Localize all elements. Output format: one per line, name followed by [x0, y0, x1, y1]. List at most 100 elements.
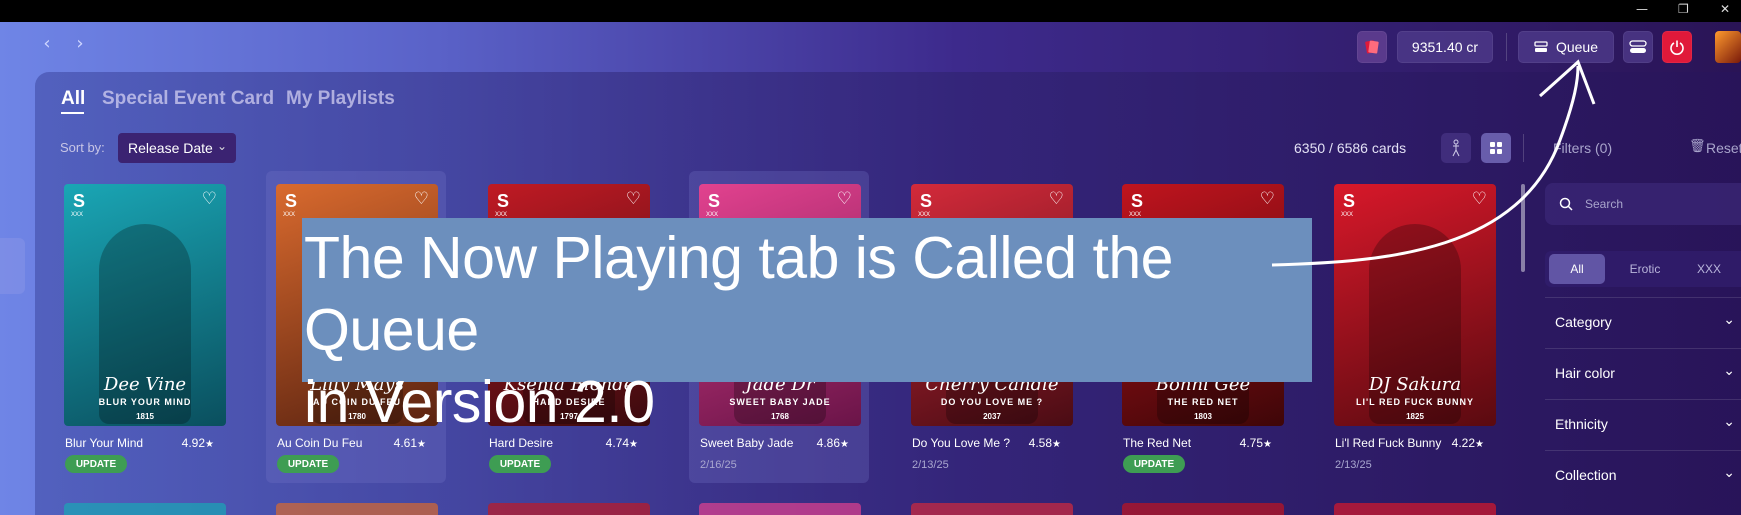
heart-icon[interactable]: ♡ [1049, 189, 1064, 209]
toggle-settings-button[interactable] [1623, 31, 1653, 63]
filter-label: Hair color [1555, 365, 1615, 381]
update-badge[interactable]: UPDATE [65, 455, 127, 473]
figure-view-button[interactable] [1441, 133, 1471, 163]
heart-icon[interactable]: ♡ [414, 189, 429, 209]
active-tab-underline [61, 112, 84, 114]
filter-label: Category [1555, 314, 1612, 330]
card-rating: 4.86★ [805, 436, 849, 450]
s-logo-icon: S [919, 191, 932, 211]
star-icon: ★ [1475, 439, 1484, 450]
heart-icon[interactable]: ♡ [1260, 189, 1275, 209]
grid-view-button[interactable] [1481, 133, 1511, 163]
avatar[interactable] [1715, 31, 1741, 63]
filter-category[interactable]: Category ⌄ [1545, 297, 1741, 347]
update-badge[interactable]: UPDATE [1123, 455, 1185, 473]
heart-icon[interactable]: ♡ [626, 189, 641, 209]
card-pack-button[interactable] [1357, 31, 1387, 63]
rating-value: 4.22 [1451, 436, 1476, 450]
close-button[interactable]: ✕ [1720, 2, 1730, 16]
card-name[interactable]: Blur Your Mind [65, 436, 143, 450]
card-rating: 4.74★ [594, 436, 638, 450]
update-badge[interactable]: UPDATE [489, 455, 551, 473]
restore-button[interactable]: ❐ [1678, 2, 1689, 16]
card-name[interactable]: Do You Love Me ? [912, 436, 1010, 450]
chevron-down-icon: ⌄ [1723, 312, 1735, 328]
scrollbar[interactable] [1521, 184, 1525, 272]
next-row-card[interactable] [488, 503, 650, 515]
update-badge[interactable]: UPDATE [277, 455, 339, 473]
card-art-title: BLUR YOUR MIND [98, 397, 192, 407]
queue-label: Queue [1555, 39, 1599, 55]
chevron-down-icon: ⌄ [1723, 363, 1735, 379]
card-rating: 4.61★ [382, 436, 426, 450]
tab-my-playlists[interactable]: My Playlists [286, 88, 395, 110]
annotation-line-2: in Version 2.0 [304, 369, 655, 435]
queue-icon [1534, 41, 1548, 52]
xxx-label: XXX [1341, 212, 1354, 218]
card-performer: Dee Vine [103, 374, 187, 395]
card-number: 1825 [1406, 412, 1424, 421]
forward-arrow-icon[interactable]: › [70, 34, 90, 54]
card-name[interactable]: Li'l Red Fuck Bunny [1335, 436, 1441, 450]
star-icon: ★ [840, 439, 849, 450]
chevron-down-icon: ⌄ [1723, 414, 1735, 430]
card-date: 2/13/25 [912, 459, 949, 471]
next-row-card[interactable] [699, 503, 861, 515]
figure-icon [1452, 139, 1460, 157]
heart-icon[interactable]: ♡ [202, 189, 217, 209]
card-number: 1815 [136, 412, 154, 421]
star-icon: ★ [417, 439, 426, 450]
grid-icon [1490, 142, 1502, 154]
s-logo-icon: S [707, 191, 720, 211]
annotation-line-1: The Now Playing tab is Called the Queue [304, 225, 1173, 363]
card-art-title: LI'L RED FUCK BUNNY [1356, 397, 1474, 407]
chevron-down-icon: ⌄ [1723, 465, 1735, 481]
next-row-card[interactable] [276, 503, 438, 515]
credits-display[interactable]: 9351.40 cr [1397, 31, 1493, 63]
search-placeholder: Search [1585, 197, 1624, 211]
segment-xxx[interactable]: XXX [1681, 251, 1737, 287]
s-logo-icon: S [1342, 191, 1355, 211]
tab-all[interactable]: All [61, 88, 85, 110]
credits-value: 9351.40 cr [1411, 39, 1479, 55]
next-row-card[interactable] [1122, 503, 1284, 515]
card-artwork[interactable]: S XXX ♡ DJ Sakura LI'L RED FUCK BUNNY 1825 [1334, 184, 1496, 426]
reset-button[interactable]: Reset [1706, 140, 1741, 156]
star-icon: ★ [1052, 439, 1061, 450]
card-name[interactable]: The Red Net [1123, 436, 1191, 450]
trash-icon: 🗑 [1689, 139, 1706, 154]
filter-hair-color[interactable]: Hair color ⌄ [1545, 348, 1741, 398]
next-row-card[interactable] [64, 503, 226, 515]
filter-ethnicity[interactable]: Ethnicity ⌄ [1545, 399, 1741, 449]
sort-select[interactable]: Release Date ⌄ [118, 133, 236, 163]
filter-collection[interactable]: Collection ⌄ [1545, 450, 1741, 500]
queue-button[interactable]: Queue [1518, 31, 1614, 63]
segment-erotic[interactable]: Erotic [1617, 251, 1673, 287]
card-date: 2/13/25 [1335, 459, 1372, 471]
card-rating: 4.22★ [1440, 436, 1484, 450]
filters-button[interactable]: Filters (0) [1553, 140, 1612, 156]
card-name[interactable]: Sweet Baby Jade [700, 436, 793, 450]
rating-value: 4.92 [181, 436, 206, 450]
divider [1523, 134, 1524, 162]
minimize-button[interactable]: — [1636, 2, 1648, 16]
side-handle[interactable] [0, 238, 25, 294]
heart-icon[interactable]: ♡ [837, 189, 852, 209]
annotation-text: The Now Playing tab is Called the Queue … [304, 222, 1304, 438]
filter-label: Collection [1555, 467, 1617, 483]
card-artwork[interactable]: S XXX ♡ Dee Vine BLUR YOUR MIND 1815 [64, 184, 226, 426]
card-name[interactable]: Hard Desire [489, 436, 553, 450]
power-button[interactable] [1662, 31, 1692, 63]
card-name[interactable]: Au Coin Du Feu [277, 436, 362, 450]
tab-special-event-card[interactable]: Special Event Card [102, 88, 274, 110]
back-arrow-icon[interactable]: ‹ [37, 34, 57, 54]
divider [1506, 33, 1507, 61]
s-logo-icon: S [1130, 191, 1143, 211]
s-logo-icon: S [284, 191, 297, 211]
next-row-card[interactable] [1334, 503, 1496, 515]
rating-value: 4.58 [1028, 436, 1053, 450]
heart-icon[interactable]: ♡ [1472, 189, 1487, 209]
segment-all[interactable]: All [1549, 254, 1605, 284]
next-row-card[interactable] [911, 503, 1073, 515]
search-input[interactable]: Search [1545, 183, 1741, 225]
